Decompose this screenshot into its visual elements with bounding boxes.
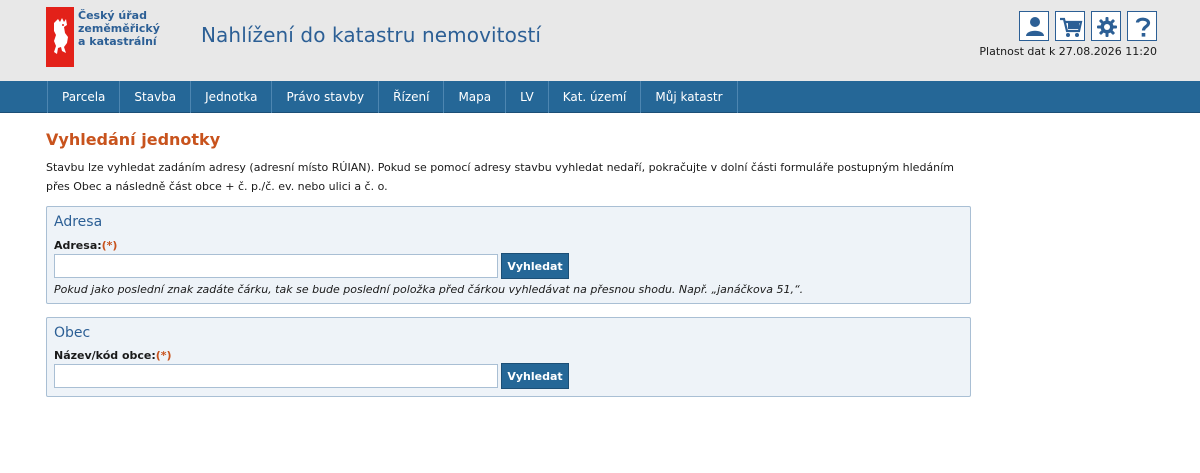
settings-button[interactable] [1091, 11, 1121, 41]
intro-line-1: Stavbu lze vyhledat zadáním adresy (adre… [46, 161, 954, 174]
org-name-line-2: zeměměřický [78, 22, 160, 35]
address-search-button[interactable]: Vyhledat [501, 253, 569, 279]
municipality-search-button[interactable]: Vyhledat [501, 363, 569, 389]
nav-items: Parcela Stavba Jednotka Právo stavby Říz… [47, 81, 738, 113]
user-account-button[interactable] [1019, 11, 1049, 41]
nav-item-kat-uzemi[interactable]: Kat. území [547, 81, 641, 113]
address-hint: Pokud jako poslední znak zadáte čárku, t… [54, 283, 804, 296]
cuzk-logo[interactable] [46, 7, 74, 67]
nav-item-parcela[interactable]: Parcela [47, 81, 119, 113]
municipality-label: Název/kód obce:(*) [54, 349, 172, 362]
page-title: Vyhledání jednotky [46, 130, 221, 149]
address-panel: Adresa Adresa:(*) Vyhledat Pokud jako po… [46, 206, 971, 304]
org-name-line-3: a katastrální [78, 35, 157, 48]
nav-item-stavba[interactable]: Stavba [119, 81, 190, 113]
nav-item-lv[interactable]: LV [505, 81, 548, 113]
intro-text: Stavbu lze vyhledat zadáním adresy (adre… [46, 158, 971, 196]
main-navigation: Parcela Stavba Jednotka Právo stavby Říz… [0, 81, 1200, 113]
address-input[interactable] [54, 254, 498, 278]
address-label: Adresa:(*) [54, 239, 117, 252]
organization-name[interactable]: Český úřad zeměměřický a katastrální [78, 9, 160, 48]
nav-item-mapa[interactable]: Mapa [443, 81, 505, 113]
data-validity: Platnost dat k 27.08.2026 11:20 [979, 45, 1157, 58]
address-panel-title: Adresa [54, 214, 103, 230]
cart-button[interactable] [1055, 11, 1085, 41]
page-header: Český úřad zeměměřický a katastrální Nah… [0, 0, 1200, 81]
municipality-label-text: Název/kód obce: [54, 349, 156, 362]
app-title[interactable]: Nahlížení do katastru nemovitostí [201, 23, 541, 47]
municipality-panel: Obec Název/kód obce:(*) Vyhledat [46, 317, 971, 397]
nav-item-jednotka[interactable]: Jednotka [190, 81, 271, 113]
org-name-line-1: Český úřad [78, 9, 147, 22]
municipality-panel-title: Obec [54, 325, 91, 341]
required-mark: (*) [101, 239, 118, 252]
nav-item-muj-katastr[interactable]: Můj katastr [640, 81, 738, 113]
help-button[interactable] [1127, 11, 1157, 41]
nav-item-rizeni[interactable]: Řízení [378, 81, 443, 113]
municipality-input[interactable] [54, 364, 498, 388]
nav-item-pravo-stavby[interactable]: Právo stavby [271, 81, 378, 113]
required-mark: (*) [155, 349, 172, 362]
intro-line-2: přes Obec a následně část obce + č. p./č… [46, 180, 388, 193]
address-label-text: Adresa: [54, 239, 102, 252]
main-content: Vyhledání jednotky Stavbu lze vyhledat z… [46, 130, 971, 196]
